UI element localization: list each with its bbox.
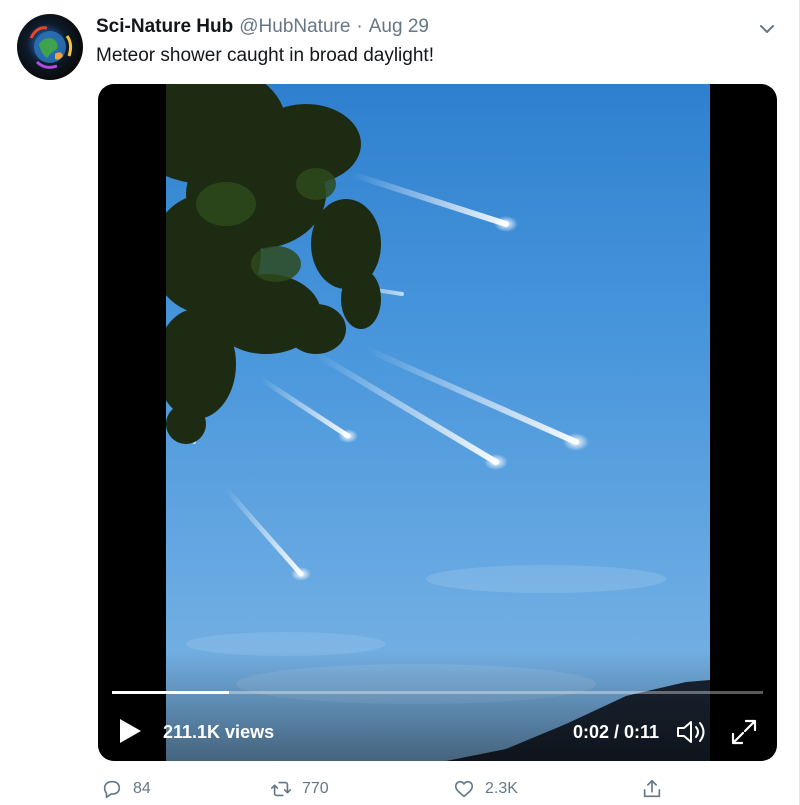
reply-button[interactable]: 84 bbox=[101, 774, 151, 804]
fullscreen-icon bbox=[731, 719, 757, 745]
play-icon bbox=[120, 719, 141, 743]
tweet-text: Meteor shower caught in broad daylight! bbox=[96, 45, 434, 66]
retweet-count: 770 bbox=[302, 780, 329, 797]
reply-icon bbox=[103, 780, 121, 799]
display-name[interactable]: Sci-Nature Hub bbox=[96, 16, 233, 38]
volume-icon bbox=[677, 721, 705, 743]
tweet-header: Sci-Nature Hub @HubNature · Aug 29 bbox=[96, 16, 429, 40]
avatar[interactable] bbox=[17, 14, 83, 80]
volume-button[interactable] bbox=[675, 717, 709, 747]
chevron-down-icon bbox=[760, 25, 774, 33]
fullscreen-button[interactable] bbox=[730, 718, 758, 746]
video-time: 0:02 / 0:11 bbox=[572, 722, 659, 742]
user-handle[interactable]: @HubNature bbox=[239, 16, 350, 38]
play-button[interactable] bbox=[116, 716, 144, 746]
retweet-button[interactable]: 770 bbox=[270, 774, 329, 804]
heart-icon bbox=[454, 780, 474, 798]
retweet-icon bbox=[271, 781, 291, 797]
tweet[interactable]: Sci-Nature Hub @HubNature · Aug 29 Meteo… bbox=[0, 0, 800, 805]
tweet-actions: 84 770 2.3K bbox=[0, 774, 800, 804]
share-button[interactable] bbox=[641, 774, 663, 804]
view-count: 211.1K views bbox=[163, 722, 275, 742]
share-icon bbox=[643, 779, 661, 798]
like-button[interactable]: 2.3K bbox=[453, 774, 518, 804]
tweet-date[interactable]: Aug 29 bbox=[369, 16, 429, 38]
video-progress-fill bbox=[112, 691, 230, 694]
video-player[interactable]: 211.1K views 0:02 / 0:11 bbox=[98, 84, 777, 761]
video-progress-bar[interactable] bbox=[112, 691, 763, 694]
tweet-menu-button[interactable] bbox=[756, 18, 778, 40]
separator-dot: · bbox=[356, 16, 363, 37]
like-count: 2.3K bbox=[485, 780, 518, 797]
globe-logo-icon bbox=[29, 26, 73, 69]
reply-count: 84 bbox=[133, 780, 151, 797]
